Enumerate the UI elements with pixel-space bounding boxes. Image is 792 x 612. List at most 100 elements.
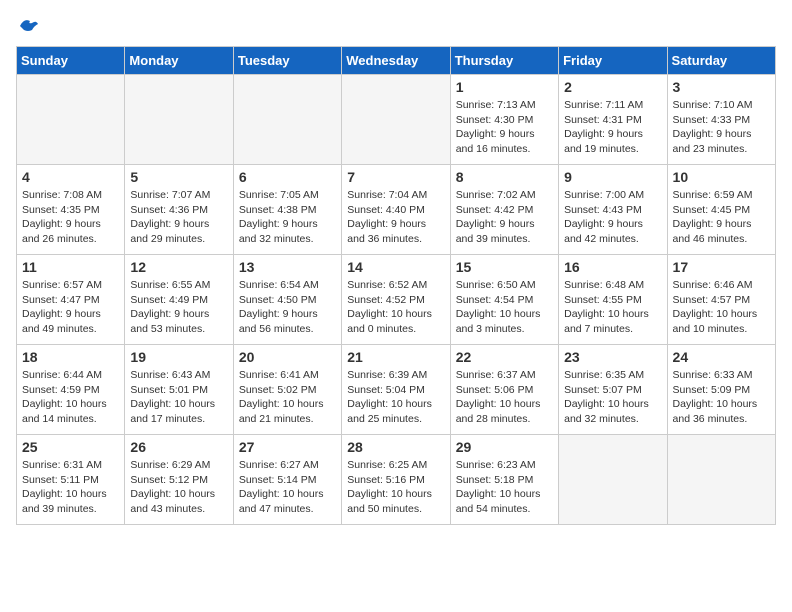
day-of-week-header: Monday [125, 47, 233, 75]
day-info: Sunrise: 7:00 AM Sunset: 4:43 PM Dayligh… [564, 188, 661, 247]
day-number: 14 [347, 259, 444, 275]
calendar-cell: 5 Sunrise: 7:07 AM Sunset: 4:36 PM Daylig… [125, 165, 233, 255]
day-number: 25 [22, 439, 119, 455]
day-number: 29 [456, 439, 553, 455]
day-number: 5 [130, 169, 227, 185]
day-number: 18 [22, 349, 119, 365]
calendar-cell: 24 Sunrise: 6:33 AM Sunset: 5:09 PM Dayli… [667, 345, 775, 435]
calendar-table: SundayMondayTuesdayWednesdayThursdayFrid… [16, 46, 776, 525]
day-number: 8 [456, 169, 553, 185]
day-info: Sunrise: 7:10 AM Sunset: 4:33 PM Dayligh… [673, 98, 770, 157]
day-info: Sunrise: 6:44 AM Sunset: 4:59 PM Dayligh… [22, 368, 119, 427]
logo [16, 16, 40, 38]
calendar-cell: 9 Sunrise: 7:00 AM Sunset: 4:43 PM Daylig… [559, 165, 667, 255]
logo-bird-icon [18, 16, 40, 34]
day-info: Sunrise: 6:27 AM Sunset: 5:14 PM Dayligh… [239, 458, 336, 517]
day-info: Sunrise: 6:59 AM Sunset: 4:45 PM Dayligh… [673, 188, 770, 247]
day-number: 20 [239, 349, 336, 365]
calendar-cell: 19 Sunrise: 6:43 AM Sunset: 5:01 PM Dayli… [125, 345, 233, 435]
day-info: Sunrise: 7:05 AM Sunset: 4:38 PM Dayligh… [239, 188, 336, 247]
day-info: Sunrise: 7:07 AM Sunset: 4:36 PM Dayligh… [130, 188, 227, 247]
calendar-cell: 14 Sunrise: 6:52 AM Sunset: 4:52 PM Dayli… [342, 255, 450, 345]
day-info: Sunrise: 6:37 AM Sunset: 5:06 PM Dayligh… [456, 368, 553, 427]
calendar-cell: 12 Sunrise: 6:55 AM Sunset: 4:49 PM Dayli… [125, 255, 233, 345]
calendar-cell: 28 Sunrise: 6:25 AM Sunset: 5:16 PM Dayli… [342, 435, 450, 525]
day-number: 15 [456, 259, 553, 275]
day-info: Sunrise: 7:02 AM Sunset: 4:42 PM Dayligh… [456, 188, 553, 247]
day-of-week-header: Tuesday [233, 47, 341, 75]
day-info: Sunrise: 6:35 AM Sunset: 5:07 PM Dayligh… [564, 368, 661, 427]
day-info: Sunrise: 6:50 AM Sunset: 4:54 PM Dayligh… [456, 278, 553, 337]
calendar-cell: 4 Sunrise: 7:08 AM Sunset: 4:35 PM Daylig… [17, 165, 125, 255]
day-number: 1 [456, 79, 553, 95]
day-info: Sunrise: 7:08 AM Sunset: 4:35 PM Dayligh… [22, 188, 119, 247]
day-info: Sunrise: 6:29 AM Sunset: 5:12 PM Dayligh… [130, 458, 227, 517]
calendar-cell: 11Sunrise: 6:57 AM Sunset: 4:47 PM Dayli… [17, 255, 125, 345]
calendar-cell: 6 Sunrise: 7:05 AM Sunset: 4:38 PM Daylig… [233, 165, 341, 255]
calendar-cell: 16 Sunrise: 6:48 AM Sunset: 4:55 PM Dayli… [559, 255, 667, 345]
day-number: 3 [673, 79, 770, 95]
calendar-cell: 18 Sunrise: 6:44 AM Sunset: 4:59 PM Dayli… [17, 345, 125, 435]
calendar-cell [559, 435, 667, 525]
calendar-cell: 7 Sunrise: 7:04 AM Sunset: 4:40 PM Daylig… [342, 165, 450, 255]
calendar-cell: 10Sunrise: 6:59 AM Sunset: 4:45 PM Dayli… [667, 165, 775, 255]
day-number: 21 [347, 349, 444, 365]
calendar-cell: 29 Sunrise: 6:23 AM Sunset: 5:18 PM Dayli… [450, 435, 558, 525]
day-number: 12 [130, 259, 227, 275]
calendar-cell: 3 Sunrise: 7:10 AM Sunset: 4:33 PM Daylig… [667, 75, 775, 165]
calendar-cell: 17 Sunrise: 6:46 AM Sunset: 4:57 PM Dayli… [667, 255, 775, 345]
day-info: Sunrise: 6:33 AM Sunset: 5:09 PM Dayligh… [673, 368, 770, 427]
calendar-cell: 23 Sunrise: 6:35 AM Sunset: 5:07 PM Dayli… [559, 345, 667, 435]
calendar-cell [342, 75, 450, 165]
day-number: 26 [130, 439, 227, 455]
calendar-cell: 26 Sunrise: 6:29 AM Sunset: 5:12 PM Dayli… [125, 435, 233, 525]
day-number: 28 [347, 439, 444, 455]
calendar-cell [17, 75, 125, 165]
day-number: 7 [347, 169, 444, 185]
day-info: Sunrise: 7:11 AM Sunset: 4:31 PM Dayligh… [564, 98, 661, 157]
day-of-week-header: Friday [559, 47, 667, 75]
day-number: 19 [130, 349, 227, 365]
day-of-week-header: Sunday [17, 47, 125, 75]
calendar-cell: 22 Sunrise: 6:37 AM Sunset: 5:06 PM Dayli… [450, 345, 558, 435]
calendar-cell: 20 Sunrise: 6:41 AM Sunset: 5:02 PM Dayli… [233, 345, 341, 435]
day-of-week-header: Thursday [450, 47, 558, 75]
calendar-cell [233, 75, 341, 165]
day-info: Sunrise: 6:25 AM Sunset: 5:16 PM Dayligh… [347, 458, 444, 517]
calendar-cell [667, 435, 775, 525]
day-number: 24 [673, 349, 770, 365]
day-info: Sunrise: 6:48 AM Sunset: 4:55 PM Dayligh… [564, 278, 661, 337]
day-info: Sunrise: 7:13 AM Sunset: 4:30 PM Dayligh… [456, 98, 553, 157]
day-info: Sunrise: 6:57 AM Sunset: 4:47 PM Dayligh… [22, 278, 119, 337]
day-number: 27 [239, 439, 336, 455]
calendar-cell: 13 Sunrise: 6:54 AM Sunset: 4:50 PM Dayli… [233, 255, 341, 345]
day-info: Sunrise: 6:31 AM Sunset: 5:11 PM Dayligh… [22, 458, 119, 517]
day-number: 16 [564, 259, 661, 275]
day-number: 17 [673, 259, 770, 275]
calendar-cell: 21Sunrise: 6:39 AM Sunset: 5:04 PM Dayli… [342, 345, 450, 435]
day-info: Sunrise: 6:54 AM Sunset: 4:50 PM Dayligh… [239, 278, 336, 337]
day-info: Sunrise: 6:52 AM Sunset: 4:52 PM Dayligh… [347, 278, 444, 337]
calendar-cell: 27 Sunrise: 6:27 AM Sunset: 5:14 PM Dayli… [233, 435, 341, 525]
day-info: Sunrise: 6:55 AM Sunset: 4:49 PM Dayligh… [130, 278, 227, 337]
day-info: Sunrise: 6:23 AM Sunset: 5:18 PM Dayligh… [456, 458, 553, 517]
day-number: 6 [239, 169, 336, 185]
day-of-week-header: Saturday [667, 47, 775, 75]
day-number: 22 [456, 349, 553, 365]
day-info: Sunrise: 6:43 AM Sunset: 5:01 PM Dayligh… [130, 368, 227, 427]
day-info: Sunrise: 6:41 AM Sunset: 5:02 PM Dayligh… [239, 368, 336, 427]
day-number: 23 [564, 349, 661, 365]
calendar-cell: 2 Sunrise: 7:11 AM Sunset: 4:31 PM Daylig… [559, 75, 667, 165]
page-header [16, 16, 776, 38]
day-number: 9 [564, 169, 661, 185]
calendar-cell: 25 Sunrise: 6:31 AM Sunset: 5:11 PM Dayli… [17, 435, 125, 525]
day-info: Sunrise: 6:46 AM Sunset: 4:57 PM Dayligh… [673, 278, 770, 337]
calendar-cell [125, 75, 233, 165]
day-info: Sunrise: 7:04 AM Sunset: 4:40 PM Dayligh… [347, 188, 444, 247]
day-of-week-header: Wednesday [342, 47, 450, 75]
day-number: 2 [564, 79, 661, 95]
calendar-cell: 15 Sunrise: 6:50 AM Sunset: 4:54 PM Dayli… [450, 255, 558, 345]
day-number: 13 [239, 259, 336, 275]
day-number: 4 [22, 169, 119, 185]
calendar-cell: 8 Sunrise: 7:02 AM Sunset: 4:42 PM Daylig… [450, 165, 558, 255]
